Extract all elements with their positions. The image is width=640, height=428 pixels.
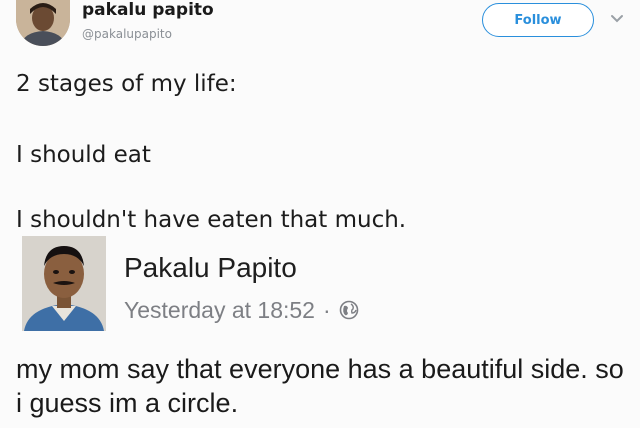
fb-post-meta: Yesterday at 18:52 · (124, 297, 359, 323)
fb-post-text: my mom say that everyone has a beautiful… (16, 354, 624, 418)
tweet-author-name[interactable]: pakalu papito (82, 0, 214, 20)
tweet-text-line: I shouldn't have eaten that much. (16, 207, 407, 233)
globe-icon[interactable] (339, 300, 359, 320)
tweet-text-line: I should eat (16, 142, 151, 168)
fb-timestamp[interactable]: Yesterday at 18:52 (124, 297, 315, 323)
tweet-text-line: 2 stages of my life: (16, 71, 237, 97)
tweet-avatar[interactable] (16, 0, 70, 46)
profile-photo-icon (22, 236, 106, 331)
meta-separator: · (322, 297, 331, 323)
tweet-author-handle[interactable]: @pakalupapito (82, 27, 172, 41)
chevron-down-icon[interactable] (610, 14, 624, 24)
avatar-portrait-icon (16, 0, 70, 46)
follow-button[interactable]: Follow (482, 3, 594, 37)
fb-author-name[interactable]: Pakalu Papito (124, 252, 297, 284)
fb-profile-photo[interactable] (22, 236, 106, 331)
